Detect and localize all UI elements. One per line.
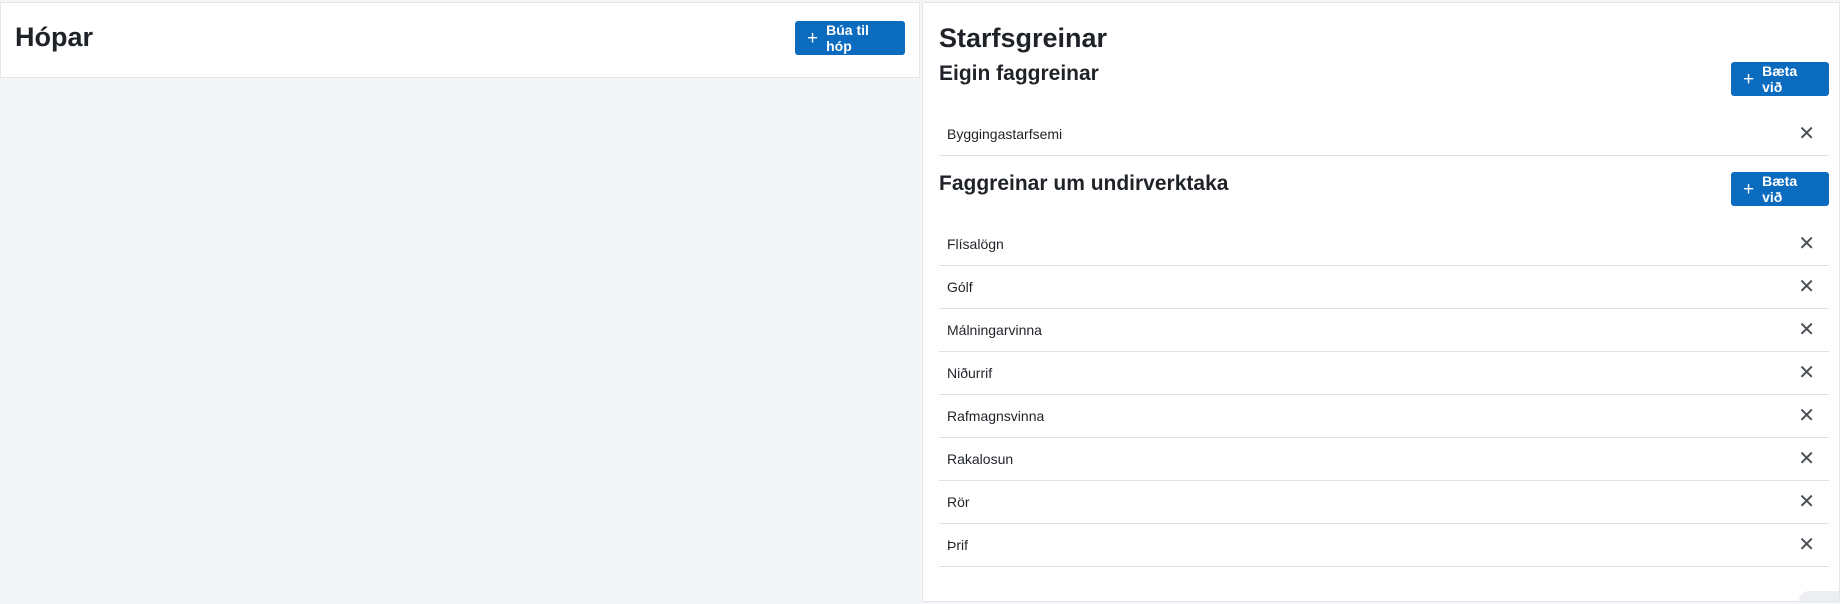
list-item: Rör ✕ xyxy=(939,481,1829,524)
trade-label: Rafmagnsvinna xyxy=(947,408,1045,424)
close-icon[interactable]: ✕ xyxy=(1798,535,1815,555)
trade-label: Málningarvinna xyxy=(947,322,1042,338)
trades-title: Starfsgreinar xyxy=(939,23,1108,53)
subcontractor-trades-list: Flísalögn ✕ Gólf ✕ Málningarvinna ✕ Niðurrif ✕ R… xyxy=(939,223,1829,567)
groups-title: Hópar xyxy=(15,22,94,52)
list-item: Byggingastarfsemi ✕ xyxy=(939,113,1829,156)
groups-panel: Hópar + Búa til hóp xyxy=(0,2,920,78)
add-own-trade-button[interactable]: + Bæta við xyxy=(1731,62,1829,96)
plus-icon: + xyxy=(1743,178,1755,200)
close-icon[interactable]: ✕ xyxy=(1798,406,1815,426)
trade-label: Niðurrif xyxy=(947,365,993,381)
list-item: Málningarvinna ✕ xyxy=(939,309,1829,352)
list-item: Gólf ✕ xyxy=(939,266,1829,309)
own-trades-list: Byggingastarfsemi ✕ xyxy=(939,113,1829,156)
trade-label: Rör xyxy=(947,494,970,510)
close-icon[interactable]: ✕ xyxy=(1798,124,1815,144)
create-group-button[interactable]: + Búa til hóp xyxy=(795,21,905,55)
add-own-trade-button-label: Bæta við xyxy=(1762,63,1798,95)
trade-label: Þrif xyxy=(947,537,968,553)
add-subcontractor-trade-button-label: Bæta við xyxy=(1762,173,1798,205)
plus-icon: + xyxy=(807,27,819,49)
list-item: Þrif ✕ xyxy=(939,524,1829,567)
plus-icon: + xyxy=(1743,68,1755,90)
create-group-button-label: Búa til hóp xyxy=(826,22,869,54)
list-item: Rakalosun ✕ xyxy=(939,438,1829,481)
close-icon[interactable]: ✕ xyxy=(1798,277,1815,297)
close-icon[interactable]: ✕ xyxy=(1798,320,1815,340)
close-icon[interactable]: ✕ xyxy=(1798,234,1815,254)
list-item: Flísalögn ✕ xyxy=(939,223,1829,266)
list-item: Rafmagnsvinna ✕ xyxy=(939,395,1829,438)
trades-panel: Starfsgreinar Eigin faggreinar + Bæta vi… xyxy=(922,2,1840,602)
close-icon[interactable]: ✕ xyxy=(1798,363,1815,383)
trade-label: Rakalosun xyxy=(947,451,1014,467)
close-icon[interactable]: ✕ xyxy=(1798,449,1815,469)
trade-label: Gólf xyxy=(947,279,973,295)
add-subcontractor-trade-button[interactable]: + Bæta við xyxy=(1731,172,1829,206)
resize-corner xyxy=(1799,591,1839,601)
trade-label: Flísalögn xyxy=(947,236,1004,252)
list-item: Niðurrif ✕ xyxy=(939,352,1829,395)
own-trades-title: Eigin faggreinar xyxy=(939,62,1099,85)
close-icon[interactable]: ✕ xyxy=(1798,492,1815,512)
subcontractor-trades-title: Faggreinar um undirverktaka xyxy=(939,172,1229,195)
trade-label: Byggingastarfsemi xyxy=(947,126,1063,142)
